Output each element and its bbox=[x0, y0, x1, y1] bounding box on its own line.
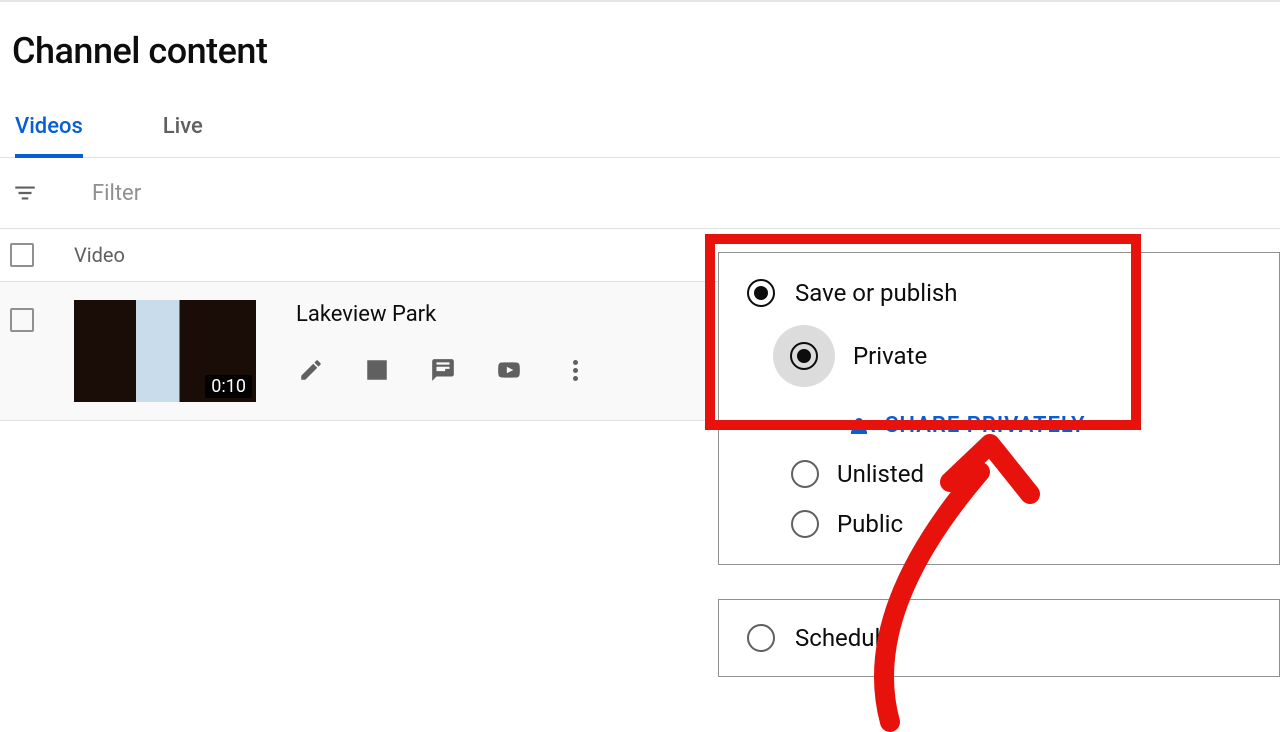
video-thumbnail[interactable]: 0:10 bbox=[74, 300, 256, 402]
play-on-youtube-icon[interactable] bbox=[494, 355, 524, 385]
public-label: Public bbox=[837, 510, 903, 538]
analytics-icon[interactable] bbox=[362, 355, 392, 385]
save-or-publish-label: Save or publish bbox=[795, 279, 958, 307]
radio-private[interactable] bbox=[790, 342, 818, 370]
public-option[interactable]: Public bbox=[791, 510, 1251, 538]
comments-icon[interactable] bbox=[428, 355, 458, 385]
share-privately-button[interactable]: SHARE PRIVATELY bbox=[841, 413, 1251, 438]
column-video: Video bbox=[74, 243, 125, 267]
schedule-panel: Schedule bbox=[718, 599, 1280, 677]
unlisted-label: Unlisted bbox=[837, 460, 924, 488]
radio-ripple bbox=[773, 325, 835, 387]
filter-row: Filter bbox=[0, 158, 1280, 229]
radio-public[interactable] bbox=[791, 510, 819, 538]
radio-unlisted[interactable] bbox=[791, 460, 819, 488]
filter-icon[interactable] bbox=[10, 178, 40, 208]
unlisted-option[interactable]: Unlisted bbox=[791, 460, 1251, 488]
tab-live[interactable]: Live bbox=[163, 114, 203, 157]
page-title: Channel content bbox=[0, 2, 1280, 72]
tab-videos[interactable]: Videos bbox=[15, 114, 83, 157]
private-option[interactable]: Private bbox=[791, 325, 1251, 387]
visibility-sub-options: Private SHARE PRIVATELY Unlisted Public bbox=[791, 325, 1251, 538]
schedule-option[interactable]: Schedule bbox=[747, 624, 1251, 652]
schedule-label: Schedule bbox=[795, 624, 893, 652]
radio-save-or-publish[interactable] bbox=[747, 279, 775, 307]
more-options-icon[interactable] bbox=[560, 355, 590, 385]
radio-schedule[interactable] bbox=[747, 624, 775, 652]
select-all-checkbox[interactable] bbox=[10, 243, 34, 267]
video-duration: 0:10 bbox=[205, 375, 252, 398]
person-add-icon bbox=[841, 414, 871, 438]
share-privately-label: SHARE PRIVATELY bbox=[885, 413, 1086, 438]
row-checkbox[interactable] bbox=[10, 308, 34, 332]
filter-input[interactable]: Filter bbox=[92, 181, 141, 206]
private-label: Private bbox=[853, 342, 927, 370]
edit-icon[interactable] bbox=[296, 355, 326, 385]
save-or-publish-option[interactable]: Save or publish bbox=[747, 279, 1251, 307]
visibility-panel: Save or publish Private SHARE PRIVATELY … bbox=[718, 252, 1280, 565]
tabs: Videos Live bbox=[0, 72, 1280, 158]
